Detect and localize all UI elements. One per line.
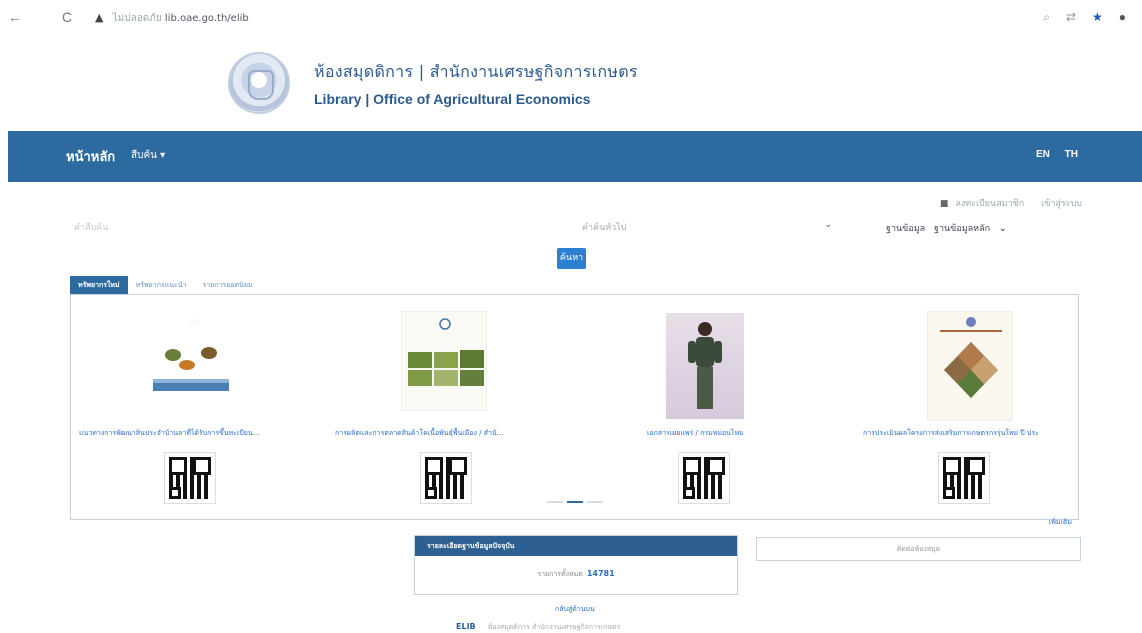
qr-code — [678, 452, 730, 504]
lang-th-link[interactable]: TH — [1065, 149, 1078, 160]
translate-icon[interactable]: ⇄ — [1066, 10, 1076, 25]
database-select[interactable]: ฐานข้อมูลหลัก ⌄ — [934, 221, 1007, 235]
browser-icons: ⌕ ⇄ ★ ● — [1043, 10, 1126, 25]
footer-brand: ELIB — [456, 622, 476, 631]
database-label: ฐานข้อมูล — [886, 224, 926, 234]
browser-toolbar: ← C ▲ ไม่ปลอดภัย lib.oae.go.th/elib ⌕ ⇄ … — [0, 0, 1142, 40]
oae-logo[interactable] — [228, 52, 290, 114]
carousel-indicator[interactable] — [587, 501, 603, 503]
search-input[interactable] — [62, 214, 562, 242]
stats-heading: รายละเอียดฐานข้อมูลปัจจุบัน — [415, 536, 737, 556]
search-icon[interactable]: ⌕ — [1043, 10, 1050, 25]
register-link[interactable]: ลงทะเบียนสมาชิก — [955, 199, 1024, 209]
profile-icon[interactable]: ● — [1119, 10, 1126, 25]
book-cover[interactable] — [927, 311, 1013, 421]
login-link[interactable]: เข้าสู่ระบบ — [1041, 199, 1082, 209]
reload-icon[interactable]: C — [62, 9, 72, 25]
tab-recommended[interactable]: ทรัพยากรแนะนำ — [128, 276, 195, 294]
search-form: คำค้นทั่วไป ⌄ ฐานข้อมูล ฐานข้อมูลหลัก ⌄ — [62, 214, 1082, 244]
item-title[interactable]: แนวทางการพัฒนาสินประจำบ้านลาที่ได้รับการ… — [79, 428, 259, 439]
qr-code — [938, 452, 990, 504]
nav-search-dropdown[interactable]: สืบค้น ▾ — [131, 148, 165, 163]
carousel-indicators — [547, 501, 603, 503]
book-cover[interactable] — [401, 311, 487, 411]
qr-code — [164, 452, 216, 504]
user-links: ■ ลงทะเบียนสมาชิก เข้าสู่ระบบ — [940, 196, 1082, 210]
stats-body: รายการทั้งหมด 14781 — [415, 569, 737, 580]
item-title[interactable]: การประเมินผลโครงการส่งเสริมการเกษตรกรรุ่… — [863, 428, 1039, 439]
site-title-english: Library | Office of Agricultural Economi… — [314, 90, 591, 107]
user-icon: ■ — [939, 199, 949, 209]
database-stats-panel: รายละเอียดฐานข้อมูลปัจจุบัน รายการทั้งหม… — [414, 535, 738, 595]
site-header: ห้องสมุดดิการ | สำนักงานเศรษฐกิจการเกษตร… — [228, 52, 638, 114]
tab-popular[interactable]: รายการยอดนิยม — [194, 276, 260, 294]
site-title-thai: ห้องสมุดดิการ | สำนักงานเศรษฐกิจการเกษตร — [314, 61, 638, 81]
stats-count: 14781 — [586, 569, 615, 578]
warning-icon: ▲ — [95, 11, 104, 24]
security-label: ไม่ปลอดภัย — [112, 13, 162, 24]
url-text[interactable]: lib.oae.go.th/elib — [165, 13, 249, 24]
database-value: ฐานข้อมูลหลัก — [934, 224, 991, 234]
star-icon[interactable]: ★ — [1092, 10, 1103, 25]
main-navbar: หน้าหลัก สืบค้น ▾ EN TH — [8, 131, 1142, 182]
book-cover[interactable]: :: :: — [153, 313, 229, 399]
nav-home-link[interactable]: หน้าหลัก — [66, 146, 115, 167]
chevron-down-icon: ⌄ — [824, 220, 832, 230]
chevron-down-icon: ⌄ — [998, 224, 1007, 234]
item-title[interactable]: เอกสารเผยแพร่ / กรมหม่อนไหม — [647, 428, 744, 439]
book-cover[interactable] — [666, 313, 744, 419]
svg-text::: ::: :: :: — [189, 318, 199, 325]
resource-carousel: :: :: แนวทางการพัฒนาสินประจำบ้านลาที่ได้… — [70, 294, 1079, 526]
back-to-top-link[interactable]: กลับสู่ด้านบน — [555, 604, 595, 615]
search-field-value: คำค้นทั่วไป — [582, 223, 627, 233]
carousel-indicator-active[interactable] — [567, 501, 583, 503]
footer-text: ห้องสมุดดิการ สำนักงานเศรษฐกิจการเกษตร — [487, 623, 621, 631]
back-arrow-icon[interactable]: ← — [8, 9, 22, 25]
carousel-indicator[interactable] — [547, 501, 563, 503]
more-link[interactable]: เพิ่มเติม — [1049, 517, 1072, 528]
search-button[interactable]: ค้นหา — [557, 248, 586, 269]
item-title[interactable]: การผลิตและการตลาดสินค้าโคเนื้อพันธุ์พื้น… — [335, 428, 503, 439]
address-bar[interactable]: ▲ ไม่ปลอดภัย lib.oae.go.th/elib — [95, 11, 249, 26]
tab-new-resources[interactable]: ทรัพยากรใหม่ — [70, 276, 128, 294]
language-switch: EN TH — [1024, 149, 1078, 160]
stats-label: รายการทั้งหมด — [537, 570, 583, 578]
resource-tabs: ทรัพยากรใหม่ ทรัพยากรแนะนำ รายการยอดนิยม — [70, 276, 261, 294]
contact-library-button[interactable]: ติดต่อห้องสมุด — [756, 537, 1081, 561]
lang-en-link[interactable]: EN — [1036, 149, 1050, 160]
footer: ELIB ห้องสมุดดิการ สำนักงานเศรษฐกิจการเกษ… — [456, 622, 620, 633]
qr-code — [420, 452, 472, 504]
search-field-select[interactable]: คำค้นทั่วไป ⌄ — [582, 220, 832, 234]
